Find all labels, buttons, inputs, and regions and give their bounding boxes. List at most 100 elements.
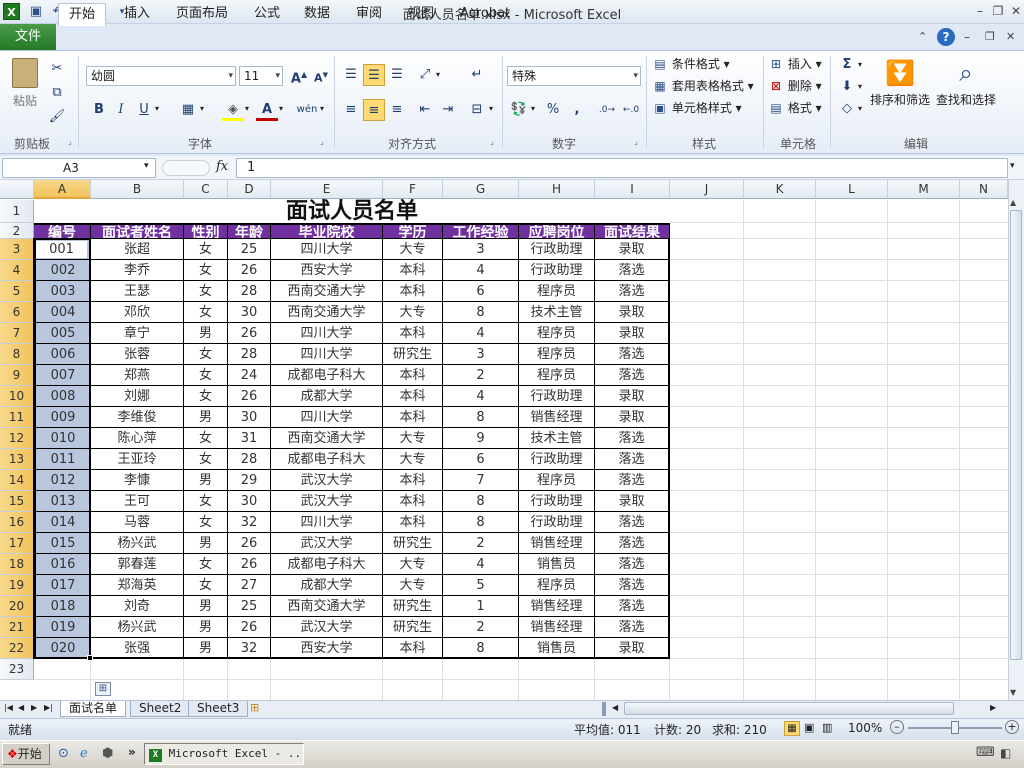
table-cell[interactable]: 落选 [595, 260, 670, 281]
row-header[interactable]: 14 [0, 470, 34, 491]
table-header-cell[interactable]: 性别 [184, 223, 228, 239]
table-cell[interactable]: 武汉大学 [271, 533, 383, 554]
table-cell[interactable]: 技术主管 [519, 428, 595, 449]
table-cell[interactable]: 行政助理 [519, 491, 595, 512]
table-cell[interactable]: 王瑟 [91, 281, 184, 302]
tab-view[interactable]: 视图 [398, 3, 444, 26]
row-header[interactable]: 11 [0, 407, 34, 428]
table-cell[interactable]: 大专 [383, 302, 443, 323]
taskbar-excel-button[interactable]: X Microsoft Excel - ... [144, 743, 304, 765]
table-cell[interactable]: 落选 [595, 428, 670, 449]
workbook-minimize-button[interactable]: – [964, 30, 970, 44]
row-header[interactable]: 13 [0, 449, 34, 470]
table-cell[interactable]: 3 [443, 344, 519, 365]
next-sheet-icon[interactable]: ▶ [31, 703, 37, 712]
table-cell[interactable]: 4 [443, 323, 519, 344]
column-header[interactable]: I [595, 180, 670, 199]
table-cell[interactable]: 西南交通大学 [271, 596, 383, 617]
first-sheet-icon[interactable]: |◀ [4, 703, 13, 712]
start-button[interactable]: ❖开始 [2, 743, 50, 765]
column-header[interactable]: L [816, 180, 888, 199]
quick-launch-ie-icon[interactable]: ℯ [80, 746, 88, 761]
row-header[interactable]: 3 [0, 239, 34, 260]
column-header[interactable]: M [888, 180, 960, 199]
table-cell[interactable]: 2 [443, 533, 519, 554]
table-cell[interactable]: 30 [228, 491, 271, 512]
table-cell[interactable]: 行政助理 [519, 449, 595, 470]
alignment-launcher-icon[interactable]: ⌟ [490, 137, 494, 146]
table-cell[interactable]: 2 [443, 365, 519, 386]
format-painter-icon[interactable]: 🖌 [46, 106, 68, 128]
table-cell[interactable]: 李慷 [91, 470, 184, 491]
table-cell[interactable]: 西南交通大学 [271, 302, 383, 323]
column-header[interactable]: E [271, 180, 383, 199]
table-cell[interactable]: 男 [184, 407, 228, 428]
fill-icon[interactable]: ⬇ [836, 76, 858, 98]
table-cell[interactable]: 录取 [595, 638, 670, 659]
table-cell[interactable]: 录取 [595, 386, 670, 407]
row-header[interactable]: 7 [0, 323, 34, 344]
table-cell[interactable]: 4 [443, 554, 519, 575]
table-cell[interactable]: 女 [184, 386, 228, 407]
tab-acrobat[interactable]: Acrobat [450, 3, 520, 26]
shrink-font-icon[interactable]: A▼ [310, 64, 332, 86]
page-break-view-icon[interactable]: ▥ [822, 721, 832, 734]
table-cell[interactable]: 8 [443, 302, 519, 323]
ribbon-collapse-icon[interactable]: ⌃ [918, 30, 927, 43]
table-cell[interactable]: 6 [443, 281, 519, 302]
table-cell[interactable]: 28 [228, 449, 271, 470]
table-cell[interactable]: 研究生 [383, 533, 443, 554]
table-cell[interactable]: 西南交通大学 [271, 281, 383, 302]
fill-color-icon[interactable]: ◈ [222, 99, 244, 121]
table-cell[interactable]: 30 [228, 407, 271, 428]
underline-dropdown-icon[interactable]: ▾ [155, 104, 159, 113]
table-cell[interactable]: 女 [184, 575, 228, 596]
table-cell[interactable]: 郭春莲 [91, 554, 184, 575]
auto-fill-options-icon[interactable]: ⊞ [95, 682, 111, 696]
table-cell[interactable]: 1 [443, 596, 519, 617]
table-cell[interactable]: 28 [228, 281, 271, 302]
phonetic-dropdown-icon[interactable]: ▾ [320, 104, 324, 113]
table-cell[interactable]: 马蓉 [91, 512, 184, 533]
align-middle-icon[interactable]: ☰ [363, 64, 385, 86]
table-cell[interactable]: 26 [228, 533, 271, 554]
table-cell[interactable]: 研究生 [383, 596, 443, 617]
table-cell[interactable]: 26 [228, 260, 271, 281]
name-box-dropdown-icon[interactable]: ▾ [144, 161, 149, 171]
table-cell[interactable]: 25 [228, 596, 271, 617]
delete-cells-button[interactable]: ⊠ 删除 ▾ [768, 76, 822, 96]
table-cell[interactable]: 落选 [595, 281, 670, 302]
table-cell[interactable]: 销售经理 [519, 407, 595, 428]
table-cell[interactable]: 落选 [595, 470, 670, 491]
table-cell[interactable]: 杨兴武 [91, 533, 184, 554]
increase-decimal-icon[interactable]: .0→ [596, 99, 618, 121]
format-as-table-button[interactable]: ▦ 套用表格格式 ▾ [652, 76, 753, 96]
table-cell[interactable]: 女 [184, 365, 228, 386]
find-select-button[interactable]: ⌕ 查找和选择 [934, 56, 998, 110]
table-cell[interactable]: 行政助理 [519, 386, 595, 407]
table-cell[interactable]: 本科 [383, 323, 443, 344]
italic-button[interactable]: I [110, 99, 132, 121]
insert-cells-button[interactable]: ⊞ 插入 ▾ [768, 54, 822, 74]
table-cell[interactable]: 本科 [383, 386, 443, 407]
table-cell[interactable]: 刘娜 [91, 386, 184, 407]
orientation-icon[interactable]: ⤢ [414, 64, 436, 86]
orientation-dropdown-icon[interactable]: ▾ [436, 70, 440, 79]
name-box[interactable]: A3 [2, 158, 156, 178]
tray-keyboard-icon[interactable]: ⌨ [976, 745, 995, 760]
table-cell[interactable]: 程序员 [519, 365, 595, 386]
column-header[interactable]: C [184, 180, 228, 199]
column-header[interactable]: F [383, 180, 443, 199]
table-cell[interactable]: 武汉大学 [271, 617, 383, 638]
table-cell[interactable]: 本科 [383, 638, 443, 659]
table-cell[interactable]: 王可 [91, 491, 184, 512]
column-header[interactable]: K [744, 180, 816, 199]
table-header-cell[interactable]: 面试者姓名 [91, 223, 184, 239]
scroll-up-icon[interactable]: ▲ [1010, 198, 1016, 207]
table-cell[interactable]: 8 [443, 512, 519, 533]
last-sheet-icon[interactable]: ▶| [44, 703, 53, 712]
formula-bar-handle[interactable] [162, 160, 210, 176]
table-cell[interactable]: 8 [443, 638, 519, 659]
phonetic-guide-icon[interactable]: wén [296, 99, 318, 121]
comma-style-button[interactable]: , [566, 99, 588, 121]
